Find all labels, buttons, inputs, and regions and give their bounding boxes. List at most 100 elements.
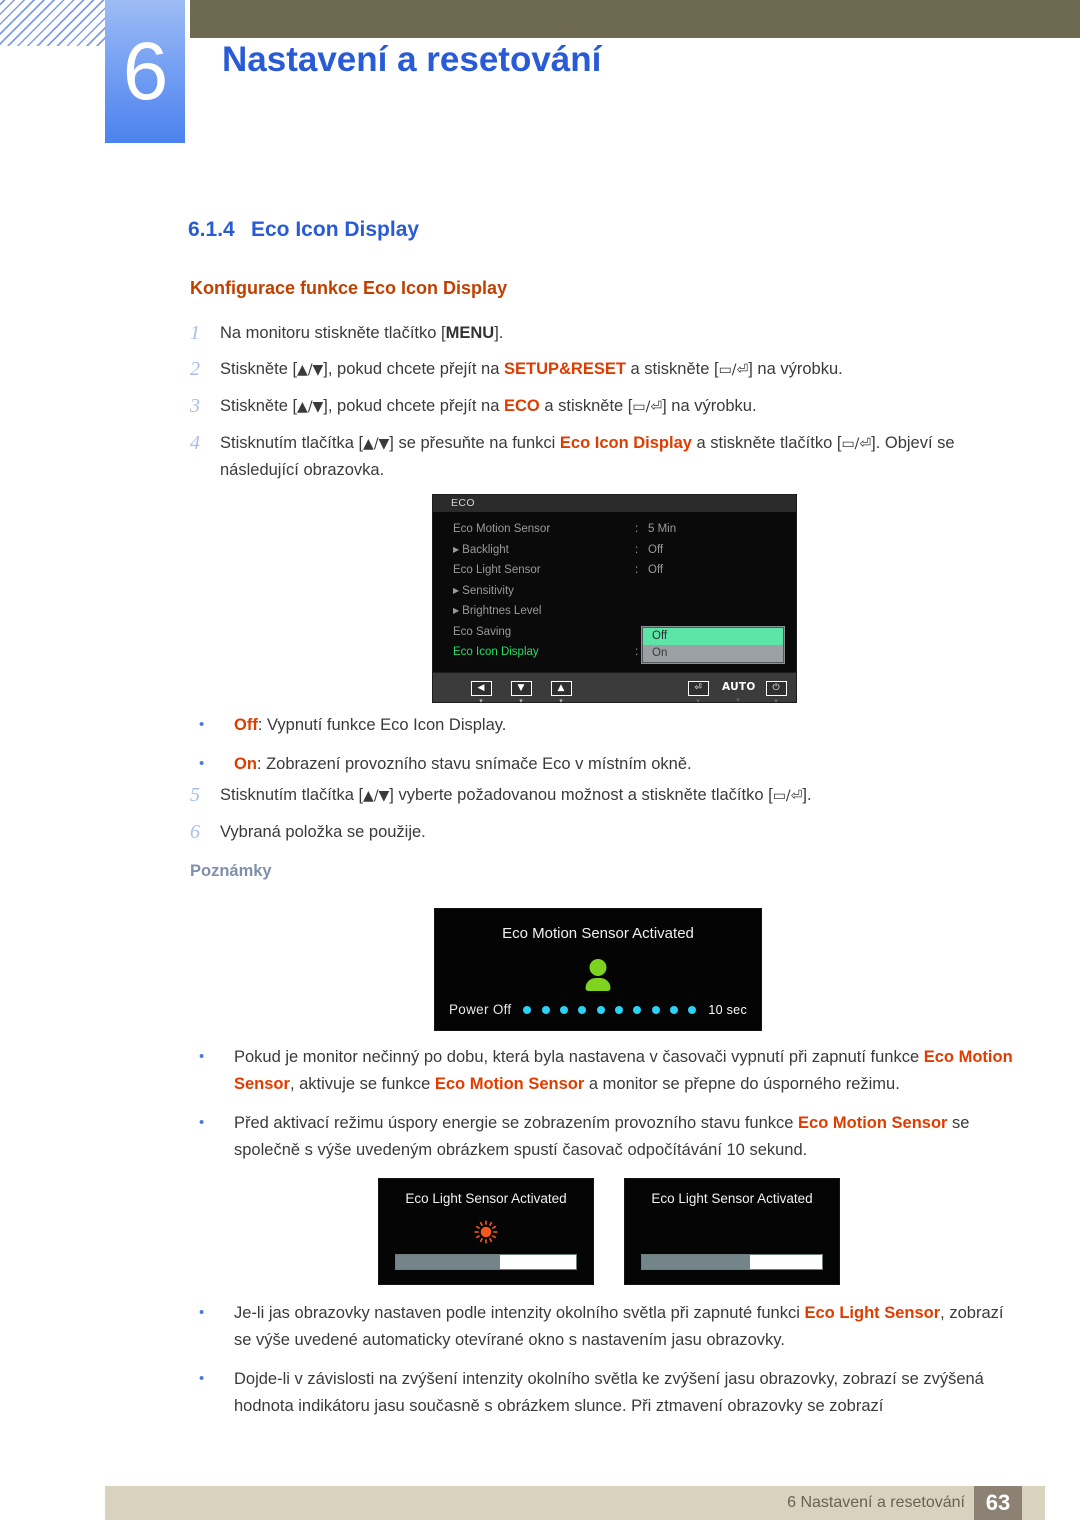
emphasis-term: On (234, 755, 257, 773)
countdown-dots (523, 1005, 697, 1014)
bullet-marker-icon: • (199, 1370, 205, 1387)
button-glyph: ▲/▼ (363, 436, 390, 452)
section-title: Eco Icon Display (251, 218, 420, 241)
osd-dropdown-option-selected[interactable]: Off (643, 628, 783, 645)
header-olive-bar (190, 0, 1080, 38)
step-text: Stiskněte [▲/▼], pokud chcete přejít na … (220, 356, 843, 383)
bullet-text: Pokud je monitor nečinný po dobu, která … (234, 1044, 1020, 1098)
osd-hw-button-up[interactable]: ▲ ▾ (545, 677, 577, 706)
step-number: 5 (190, 784, 200, 806)
footer-page-number: 63 (974, 1486, 1022, 1520)
steps-list-lower: 5 Stisknutím tlačítka [▲/▼] vyberte požad… (190, 782, 1020, 855)
bullet-text: Před aktivací režimu úspory energie se z… (234, 1110, 1020, 1164)
osd-hw-button-auto[interactable]: AUTO ▾ (722, 677, 756, 705)
osd-button-glyph-icon: ▲ (550, 681, 572, 696)
light-sensor-panel: Eco Light Sensor Activated (378, 1178, 594, 1285)
osd-menu-row[interactable]: ▶ Brightnes Level (433, 601, 796, 622)
light-panel-title: Eco Light Sensor Activated (405, 1191, 567, 1206)
osd-menu-row[interactable]: ▶ Sensitivity (433, 581, 796, 602)
osd-row-value: 5 Min (648, 523, 677, 535)
bullet-item: • Off: Vypnutí funkce Eco Icon Display. (190, 712, 1020, 739)
bullet-text: Dojde-li v závislosti na zvýšení intenzi… (234, 1366, 1020, 1420)
countdown-dot-icon (560, 1005, 569, 1014)
text-run: Pokud je monitor nečinný po dobu, která … (234, 1048, 924, 1066)
bullet-text: Off: Vypnutí funkce Eco Icon Display. (234, 712, 506, 739)
button-glyph: ▲/▼ (363, 788, 390, 804)
step-text: Stisknutím tlačítka [▲/▼] se přesuňte na… (220, 430, 1020, 483)
step-item: 6 Vybraná položka se použije. (190, 819, 1020, 845)
osd-row-separator: : (635, 646, 639, 658)
light-panel-title: Eco Light Sensor Activated (651, 1191, 813, 1206)
chapter-number: 6 (122, 26, 169, 117)
emphasis-term: ECO (504, 397, 540, 415)
step-text: Stiskněte [▲/▼], pokud chcete přejít na … (220, 393, 757, 420)
emphasis-term: Off (234, 716, 258, 734)
osd-dropdown-option[interactable]: On (643, 645, 783, 662)
triangle-right-icon: ▶ (453, 585, 460, 595)
step-item: 5 Stisknutím tlačítka [▲/▼] vyberte požad… (190, 782, 1020, 809)
osd-row-separator: : (635, 564, 639, 576)
bullet-item: • Pokud je monitor nečinný po dobu, která… (190, 1044, 1020, 1098)
text-run: a stiskněte tlačítko [ (691, 434, 842, 452)
osd-hw-button-down[interactable]: ▼ ▾ (505, 677, 537, 706)
section-subtitle: Konfigurace funkce Eco Icon Display (190, 278, 508, 298)
text-run: Na monitoru stiskněte tlačítko [ (220, 324, 446, 342)
text-run: ] se přesuňte na funkci (389, 434, 560, 452)
emphasis-term: Eco Icon Display (559, 434, 692, 452)
osd-button-glyph-icon: AUTO (722, 681, 756, 693)
step-number: 1 (190, 322, 200, 344)
brightness-level-fill (396, 1255, 501, 1269)
step-text: Stisknutím tlačítka [▲/▼] vyberte požado… (220, 782, 812, 809)
osd-menu-row[interactable]: Eco Motion Sensor:5 Min (433, 519, 796, 540)
text-run: , aktivuje se funkce (289, 1075, 435, 1093)
person-icon-head (589, 959, 607, 976)
osd-menu-row[interactable]: ▶ Backlight: Off (433, 540, 796, 561)
osd-button-glyph-icon: ⏎ (687, 681, 709, 696)
osd-button-glyph-icon: ▼ (510, 681, 532, 696)
osd-menu-row[interactable]: Eco Light Sensor: Off (433, 560, 796, 581)
osd-hw-button-enter[interactable]: ⏎ ▾ (682, 677, 714, 706)
text-run: Stisknutím tlačítka [ (220, 786, 364, 804)
osd-row-separator: : (635, 543, 639, 556)
bullet-marker-icon: • (199, 755, 205, 772)
key-label: MENU (445, 324, 495, 342)
bullet-marker-icon: • (199, 1304, 205, 1321)
chapter-title: Nastavení a resetování (222, 40, 602, 79)
osd-row-label: Eco Light Sensor (453, 564, 541, 576)
countdown-dot-icon (541, 1005, 550, 1014)
text-run: a monitor se přepne do úsporného režimu. (584, 1075, 900, 1093)
osd-button-caret-icon: ▾ (736, 697, 740, 704)
page-header: 6 Nastavení a resetování (0, 0, 1080, 150)
emphasis-term: SETUP&RESET (504, 360, 626, 378)
osd-hw-button-power[interactable]: ⏻ ▾ (760, 677, 792, 706)
power-off-label: Power Off (449, 1002, 512, 1017)
text-run: ] na výrobku. (662, 397, 757, 415)
osd-button-caret-icon: ▾ (696, 698, 700, 705)
button-glyph: ▭/⏎ (841, 436, 872, 452)
text-run: ]. (494, 324, 504, 342)
motion-panel-footer: Power Off 10 sec (435, 1002, 761, 1017)
emphasis-term: Eco Motion Sensor (434, 1075, 585, 1093)
countdown-dot-icon (523, 1005, 532, 1014)
text-run: Stiskněte [ (220, 397, 298, 415)
text-run: Stisknutím tlačítka [ (220, 434, 364, 452)
note-bullets-upper: • Pokud je monitor nečinný po dobu, která… (190, 1044, 1020, 1176)
osd-button-caret-icon: ▾ (479, 698, 483, 705)
step-number: 3 (190, 395, 200, 417)
countdown-dot-icon (633, 1005, 642, 1014)
motion-panel-title: Eco Motion Sensor Activated (502, 925, 694, 942)
osd-hw-button-left[interactable]: ◀ ▾ (465, 677, 497, 706)
moon-icon (719, 1219, 745, 1245)
text-run: : Zobrazení provozního stavu snímače Eco… (256, 755, 692, 773)
eco-motion-sensor-panel: Eco Motion Sensor Activated Power Off 10… (434, 908, 762, 1031)
text-run: Vybraná položka se použije. (220, 823, 426, 841)
person-icon (585, 959, 611, 991)
button-glyph: ▲/▼ (297, 362, 324, 378)
osd-row-value: Off (648, 543, 664, 556)
bullet-item: • Před aktivací režimu úspory energie se … (190, 1110, 1020, 1164)
osd-title: ECO (433, 495, 796, 512)
bullet-marker-icon: • (199, 1114, 205, 1131)
steps-list-upper: 1 Na monitoru stiskněte tlačítko [MENU]. 2… (190, 320, 1020, 493)
step-item: 2 Stiskněte [▲/▼], pokud chcete přejít na… (190, 356, 1020, 383)
osd-dropdown[interactable]: Off On (641, 626, 785, 664)
